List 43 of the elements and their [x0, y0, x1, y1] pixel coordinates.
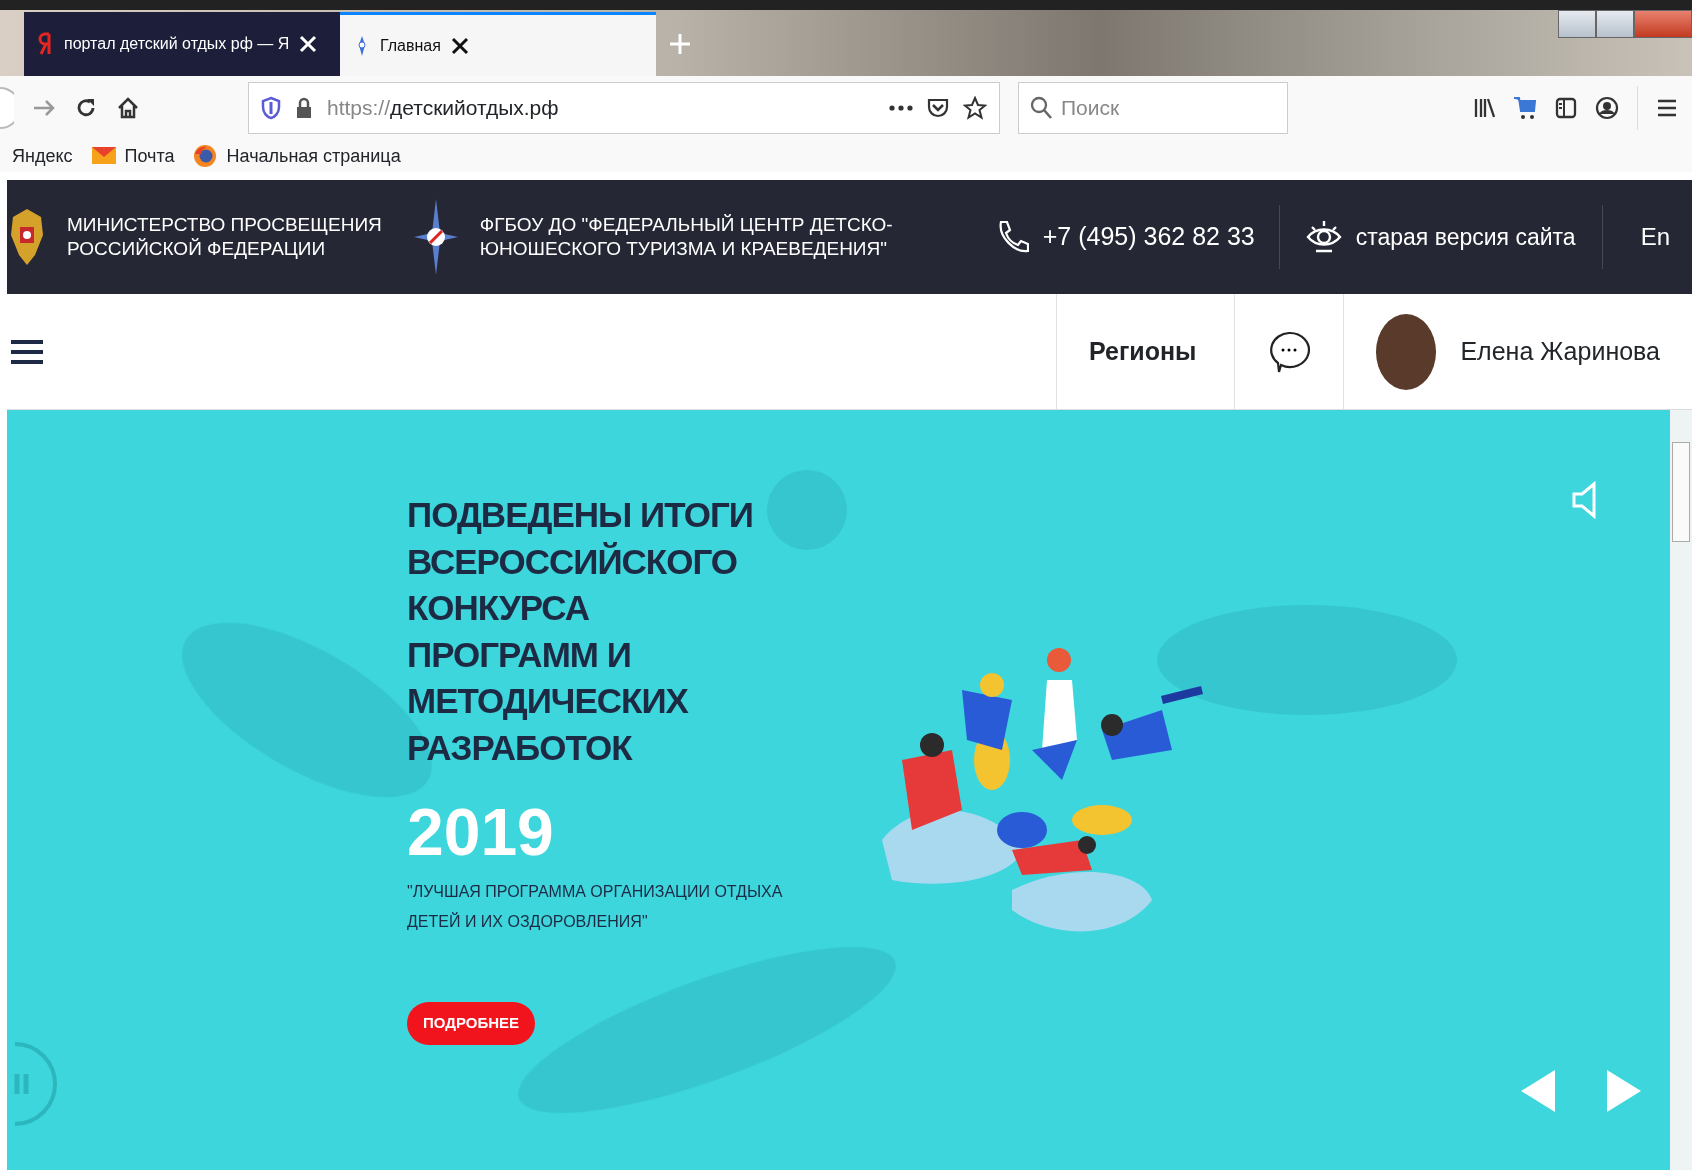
account-icon[interactable] [1595, 96, 1619, 120]
bookmark-link[interactable]: Почта [90, 142, 175, 170]
bookmark-link[interactable]: Начальная страница [192, 142, 401, 170]
maximize-button[interactable] [1596, 10, 1634, 38]
old-version-link[interactable]: старая версия сайта [1355, 219, 1576, 255]
regions-link[interactable]: Регионы [1055, 294, 1235, 409]
tab-title: Главная [380, 35, 441, 56]
organization-name: ФГБОУ ДО "ФЕДЕРАЛЬНЫЙ ЦЕНТР ДЕТСКО- ЮНОШЕСКОГО ТУРИЗМА И КРАЕВЕДЕНИЯ" [479, 213, 893, 261]
hero-year: 2019 [407, 799, 555, 866]
shield-icon [261, 96, 281, 120]
address-bar[interactable]: https://детскийотдых.рф [248, 82, 1000, 134]
tab-title: портал детский отдых рф — Я [64, 34, 290, 54]
menu-icon[interactable] [11, 337, 43, 366]
close-icon[interactable] [450, 36, 469, 55]
yandex-logo-icon [38, 32, 54, 56]
minimize-button[interactable] [1558, 10, 1596, 38]
search-icon [1030, 96, 1052, 120]
more-icon[interactable] [889, 105, 913, 111]
scrollbar[interactable] [1670, 410, 1692, 1170]
bookmark-link[interactable]: Яндекс [12, 142, 73, 170]
eye-icon [1305, 219, 1342, 255]
browser-tab[interactable]: портал детский отдых рф — Я [24, 12, 340, 76]
ministry-name: МИНИСТЕРСТВО ПРОСВЕЩЕНИЯ РОССИЙСКОЙ ФЕДЕРАЦИИ [67, 213, 382, 261]
library-icon[interactable] [1473, 97, 1495, 119]
scrollbar-thumb[interactable] [1672, 442, 1690, 542]
sidebar-icon[interactable] [1555, 97, 1577, 119]
cart-icon[interactable] [1513, 95, 1537, 121]
home-icon[interactable] [116, 96, 140, 120]
lock-icon [295, 97, 313, 119]
firefox-logo-icon [192, 144, 219, 168]
url-text: https://детскийотдых.рф [327, 95, 559, 122]
language-link[interactable]: En [1640, 219, 1670, 255]
hero-subtitle: "ЛУЧШАЯ ПРОГРАММА ОРГАНИЗАЦИИ ОТДЫХА ДЕТЕЙ И ИХ ОЗДОРОВЛЕНИЯ" [407, 882, 783, 932]
menu-icon[interactable] [1656, 98, 1678, 118]
browser-tab[interactable]: Главная [340, 12, 656, 76]
star-icon[interactable] [963, 96, 987, 120]
search-field[interactable]: Поиск [1018, 82, 1288, 134]
phone-number[interactable]: +7 (495) 362 82 33 [1042, 218, 1255, 256]
chat-icon[interactable] [1267, 329, 1312, 374]
hero-title: ПОДВЕДЕНЫ ИТОГИ ВСЕРОССИЙСКОГО КОНКУРСА ПРОГРАММ И МЕТОДИЧЕСКИХ РАЗРАБОТОК [407, 494, 754, 769]
more-button[interactable]: ПОДРОБНЕЕ [407, 1002, 536, 1045]
user-name[interactable]: Елена Жаринова [1460, 332, 1660, 371]
pocket-icon[interactable] [927, 97, 949, 119]
